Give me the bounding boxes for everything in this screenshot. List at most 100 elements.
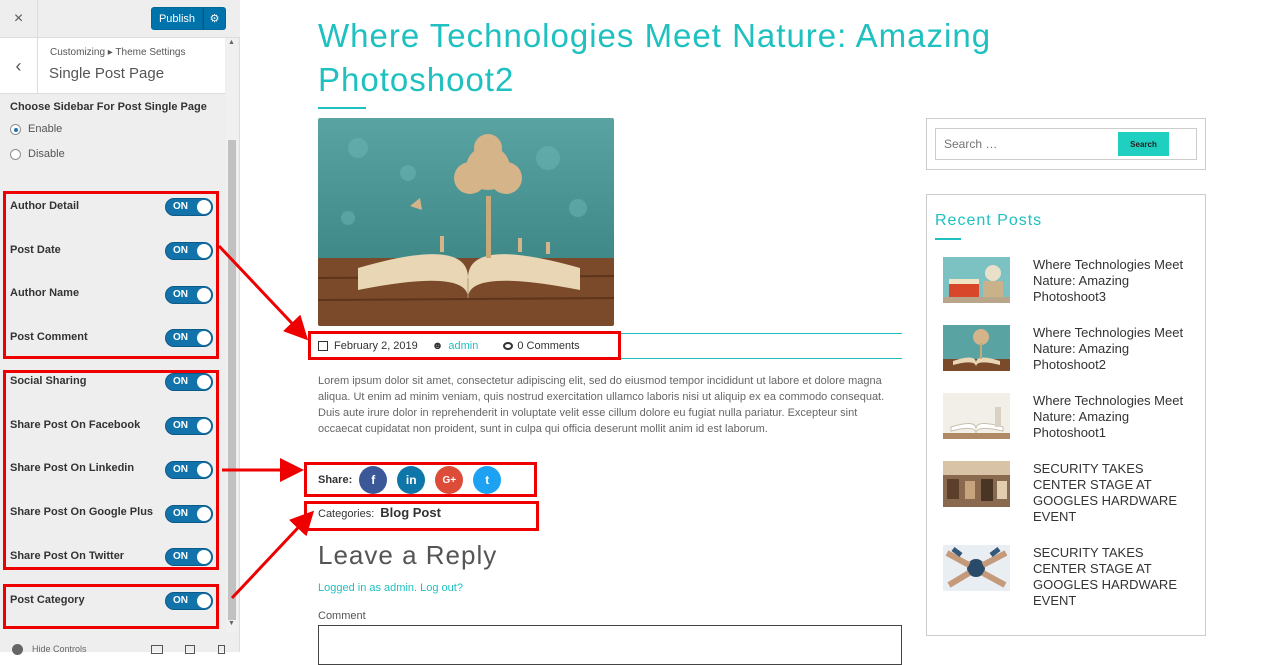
toggle-state: ON <box>173 508 188 519</box>
radio-enable[interactable]: Enable <box>10 123 62 135</box>
toggle-knob <box>197 200 211 214</box>
toggle-state: ON <box>173 201 188 212</box>
breadcrumb: Customizing ▸ Theme Settings <box>50 47 186 58</box>
radio-disable[interactable]: Disable <box>10 148 65 160</box>
toggle-label-share-twitter: Share Post On Twitter <box>10 550 125 562</box>
radio-enable-label: Enable <box>28 123 63 135</box>
toggle-share-google-plus[interactable]: ON <box>165 505 213 523</box>
toggle-knob <box>197 550 211 564</box>
recent-post-title[interactable]: Where Technologies Meet Nature: Amazing … <box>1033 257 1193 305</box>
hide-controls-label[interactable]: Hide Controls <box>32 644 87 654</box>
toggle-post-comment[interactable]: ON <box>165 329 213 347</box>
gear-icon[interactable]: ⚙ <box>203 7 226 30</box>
toggle-label-post-date: Post Date <box>10 244 61 256</box>
toggle-knob <box>197 419 211 433</box>
toggle-label-share-facebook: Share Post On Facebook <box>10 419 141 431</box>
mobile-preview-icon[interactable] <box>218 645 225 654</box>
back-icon[interactable]: ‹ <box>0 38 38 94</box>
toggle-state: ON <box>173 595 188 606</box>
sidebar-choice-label: Choose Sidebar For Post Single Page <box>10 101 207 113</box>
share-label: Share: <box>318 474 353 486</box>
recent-posts-widget: Recent Posts Where Technologies Meet Nat… <box>926 194 1206 636</box>
toggle-knob <box>197 594 211 608</box>
calendar-icon <box>318 341 328 351</box>
hide-controls-icon[interactable] <box>12 644 23 655</box>
scrollbar-thumb[interactable] <box>228 140 236 620</box>
search-input[interactable] <box>944 137 1104 151</box>
toggle-knob <box>197 288 211 302</box>
linkedin-icon[interactable]: in <box>397 466 426 494</box>
radio-disable-label: Disable <box>28 148 65 160</box>
toggle-post-date[interactable]: ON <box>165 242 213 260</box>
desktop-preview-icon[interactable] <box>151 645 163 654</box>
toggle-label-author-detail: Author Detail <box>10 200 80 212</box>
comment-textarea[interactable] <box>318 625 902 665</box>
arrow-to-categories <box>230 510 315 600</box>
post-comments-link[interactable]: 0 Comments <box>517 340 579 352</box>
scroll-down-icon[interactable]: ▼ <box>228 620 235 627</box>
toggle-knob <box>197 507 211 521</box>
toggle-post-category[interactable]: ON <box>165 592 213 610</box>
post-date: February 2, 2019 <box>334 340 418 352</box>
toggle-state: ON <box>173 464 188 475</box>
recent-post-title[interactable]: Where Technologies Meet Nature: Amazing … <box>1033 393 1193 441</box>
categories-label: Categories: <box>318 508 375 520</box>
recent-post-title[interactable]: SECURITY TAKES CENTER STAGE AT GOOGLES H… <box>1033 545 1193 609</box>
tablet-preview-icon[interactable] <box>185 645 195 654</box>
post-title: Where Technologies Meet Nature: Amazing … <box>318 17 992 98</box>
comment-label: Comment <box>318 610 366 622</box>
radio-disable-dot[interactable] <box>10 148 21 160</box>
post-author-link[interactable]: admin <box>448 340 478 352</box>
recent-post-thumb[interactable] <box>943 325 1010 371</box>
toggle-share-facebook[interactable]: ON <box>165 417 213 435</box>
toggle-label-social-sharing: Social Sharing <box>10 375 87 387</box>
toggle-share-linkedin[interactable]: ON <box>165 461 213 479</box>
toggle-state: ON <box>173 289 188 300</box>
toggle-author-detail[interactable]: ON <box>165 198 213 216</box>
category-link[interactable]: Blog Post <box>380 505 441 520</box>
toggle-label-share-google-plus: Share Post On Google Plus <box>10 506 154 518</box>
facebook-icon[interactable]: f <box>359 466 388 494</box>
toggle-state: ON <box>173 420 188 431</box>
search-form: Search <box>935 128 1197 160</box>
twitter-icon[interactable]: t <box>473 466 502 494</box>
meta-divider-top <box>318 333 902 334</box>
toggle-state: ON <box>173 332 188 343</box>
customizer-panel: × Publish ⚙ ‹ Customizing ▸ Theme Settin… <box>0 0 240 655</box>
toggle-author-name[interactable]: ON <box>165 286 213 304</box>
post-categories: Categories: Blog Post <box>318 505 441 520</box>
post-meta: February 2, 2019 ☻ admin 0 Comments <box>318 340 580 352</box>
toggle-social-sharing[interactable]: ON <box>165 373 213 391</box>
toggle-knob <box>197 331 211 345</box>
toggle-label-share-linkedin: Share Post On Linkedin <box>10 462 135 474</box>
recent-post-thumb[interactable] <box>943 545 1010 591</box>
google-plus-icon[interactable]: G+ <box>435 466 464 494</box>
reply-title: Leave a Reply <box>318 540 498 570</box>
toggle-state: ON <box>173 551 188 562</box>
close-icon[interactable]: × <box>0 0 38 38</box>
meta-divider-bottom <box>318 358 902 359</box>
toggle-state: ON <box>173 245 188 256</box>
logged-in-link[interactable]: Logged in as admin. Log out? <box>318 582 463 594</box>
toggle-label-author-name: Author Name <box>10 287 80 299</box>
recent-post-title[interactable]: Where Technologies Meet Nature: Amazing … <box>1033 325 1193 373</box>
recent-post-title[interactable]: SECURITY TAKES CENTER STAGE AT GOOGLES H… <box>1033 461 1193 525</box>
recent-post-thumb[interactable] <box>943 461 1010 507</box>
scroll-up-icon[interactable]: ▲ <box>228 39 235 46</box>
comment-icon <box>503 342 514 350</box>
publish-button[interactable]: Publish <box>151 7 203 30</box>
recent-post-thumb[interactable] <box>943 257 1010 303</box>
recent-posts-underline <box>935 238 961 240</box>
hide-controls-bar: Hide Controls <box>0 636 240 655</box>
toggle-label-post-category: Post Category <box>10 594 85 606</box>
share-bar: Share: f in G+ t <box>318 466 511 494</box>
search-widget: Search <box>926 118 1206 170</box>
toggle-label-post-comment: Post Comment <box>10 331 88 343</box>
search-button[interactable]: Search <box>1118 132 1169 156</box>
toggle-knob <box>197 463 211 477</box>
user-icon: ☻ <box>431 340 444 352</box>
toggle-share-twitter[interactable]: ON <box>165 548 213 566</box>
radio-enable-dot[interactable] <box>10 123 21 135</box>
section-header: ‹ Customizing ▸ Theme Settings Single Po… <box>0 38 225 94</box>
recent-post-thumb[interactable] <box>943 393 1010 439</box>
